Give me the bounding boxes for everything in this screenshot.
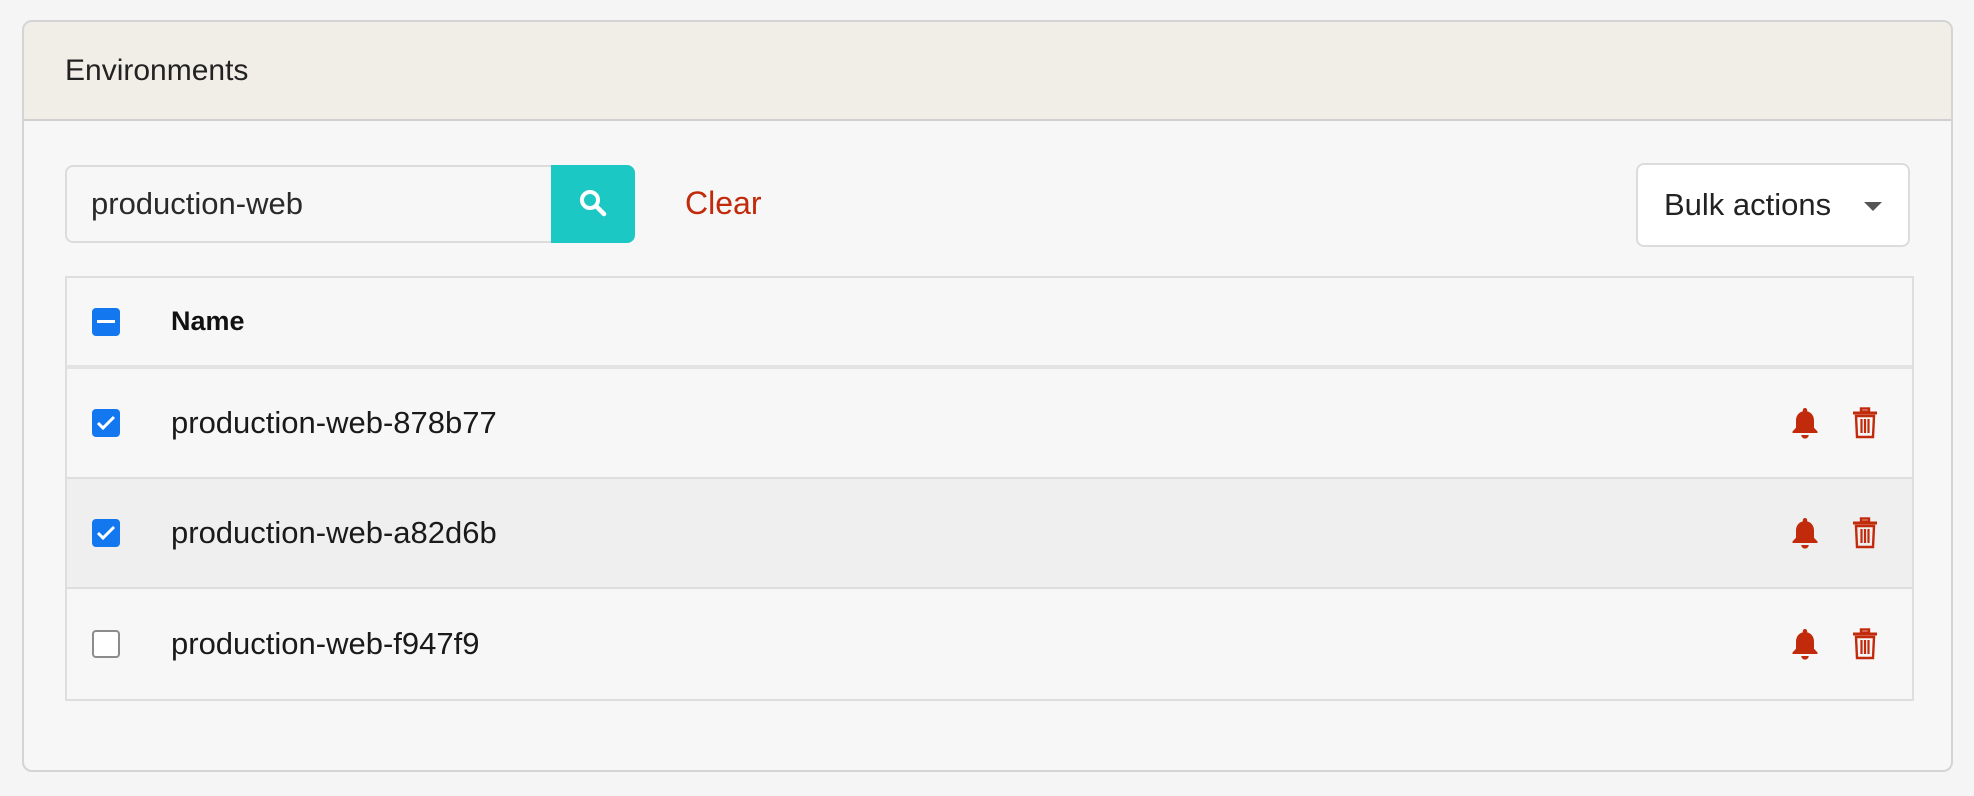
table-row: production-web-878b77 xyxy=(67,369,1912,479)
bell-icon[interactable] xyxy=(1788,626,1822,662)
row-name: production-web-f947f9 xyxy=(171,626,480,661)
table-row: production-web-f947f9 xyxy=(67,589,1912,699)
row-actions xyxy=(1788,626,1912,662)
row-name: production-web-a82d6b xyxy=(171,515,497,550)
caret-down-icon xyxy=(1864,202,1882,211)
panel-header: Environments xyxy=(24,22,1951,121)
search-group xyxy=(65,165,635,243)
trash-icon[interactable] xyxy=(1848,515,1882,551)
panel-title: Environments xyxy=(65,53,249,87)
select-all-checkbox[interactable] xyxy=(92,307,120,336)
search-input[interactable] xyxy=(65,165,551,243)
trash-icon[interactable] xyxy=(1848,405,1882,441)
bulk-actions-select[interactable]: Bulk actions xyxy=(1636,163,1910,247)
row-checkbox[interactable] xyxy=(92,519,120,547)
row-checkbox[interactable] xyxy=(92,630,120,658)
row-checkbox[interactable] xyxy=(92,409,120,437)
toolbar: Clear Bulk actions xyxy=(65,163,1910,247)
bell-icon[interactable] xyxy=(1788,515,1822,551)
row-name: production-web-878b77 xyxy=(171,405,497,440)
environments-panel: Environments Clear Bulk actions xyxy=(22,20,1953,772)
clear-link[interactable]: Clear xyxy=(685,185,761,222)
environments-table: Name production-web-878b77 production-we… xyxy=(65,276,1914,701)
row-check-cell xyxy=(67,409,171,437)
search-icon xyxy=(578,188,608,221)
bulk-actions-label: Bulk actions xyxy=(1664,187,1832,222)
bell-icon[interactable] xyxy=(1788,405,1822,441)
checkmark-icon xyxy=(96,525,116,541)
column-header-name[interactable]: Name xyxy=(171,306,1912,337)
trash-icon[interactable] xyxy=(1848,626,1882,662)
checkmark-icon xyxy=(96,415,116,431)
search-button[interactable] xyxy=(551,165,635,243)
indeterminate-icon xyxy=(97,320,115,323)
row-check-cell xyxy=(67,630,171,658)
table-row: production-web-a82d6b xyxy=(67,479,1912,589)
header-check-cell xyxy=(67,307,171,336)
row-actions xyxy=(1788,405,1912,441)
row-check-cell xyxy=(67,519,171,547)
row-actions xyxy=(1788,515,1912,551)
table-header: Name xyxy=(67,278,1912,369)
